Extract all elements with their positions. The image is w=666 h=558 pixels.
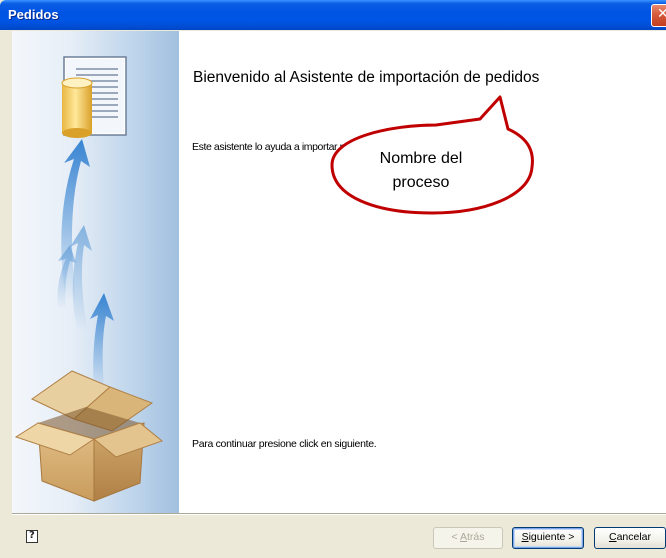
callout-line-1: Nombre del <box>379 150 463 167</box>
next-label: iguiente <box>528 531 566 543</box>
continue-instruction: Para continuar presione click en siguien… <box>192 438 377 450</box>
wizard-side-banner <box>12 31 179 513</box>
window-title: Pedidos <box>8 7 59 22</box>
title-bar[interactable]: Pedidos ✕ <box>0 0 666 30</box>
document-database-icon <box>61 56 127 138</box>
cancel-button[interactable]: Cancelar <box>594 527 666 549</box>
wizard-window: Pedidos ✕ Bienvenido al Asistente de imp… <box>0 0 666 558</box>
wizard-footer: ? < Atrás Siguiente > Cancelar <box>0 515 666 558</box>
help-icon[interactable]: ? <box>26 530 38 543</box>
banner-illustration <box>14 56 164 502</box>
cancel-label: ancelar <box>616 531 652 543</box>
wizard-content: Bienvenido al Asistente de importación d… <box>179 31 666 513</box>
wizard-heading: Bienvenido al Asistente de importación d… <box>193 69 540 86</box>
upload-arrows-icon <box>57 139 114 391</box>
back-button[interactable]: < Atrás <box>433 527 503 549</box>
close-icon: ✕ <box>657 6 666 22</box>
next-button[interactable]: Siguiente > <box>512 527 584 549</box>
next-suffix: > <box>565 531 575 543</box>
open-box-icon <box>14 370 164 502</box>
close-button[interactable]: ✕ <box>651 4 666 27</box>
callout-label: Nombre del proceso <box>356 147 486 195</box>
back-prefix: < <box>451 531 460 543</box>
next-accelerator: S <box>521 531 529 543</box>
back-accelerator: A <box>459 531 467 543</box>
back-label: trás <box>466 531 485 543</box>
callout-line-2: proceso <box>392 174 450 191</box>
cancel-accelerator: C <box>608 531 617 543</box>
